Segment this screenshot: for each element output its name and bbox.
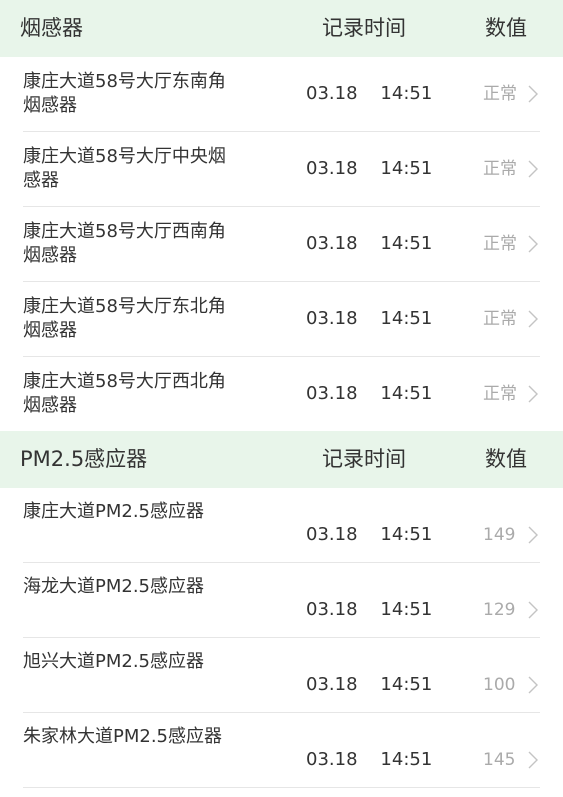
record-time: 03.18 14:51 bbox=[306, 83, 433, 104]
sensor-value: 100 bbox=[483, 675, 516, 695]
sensor-name: 康庄大道PM2.5感应器 bbox=[23, 501, 205, 522]
sensor-name: 海龙大道PM2.5感应器 bbox=[23, 576, 205, 597]
record-time: 03.18 14:51 bbox=[306, 383, 433, 404]
smoke-header-name: 烟感器 bbox=[20, 16, 83, 40]
chevron-right-icon[interactable] bbox=[526, 132, 542, 206]
pm25-header-time: 记录时间 bbox=[322, 447, 406, 471]
sensor-value: 145 bbox=[483, 750, 516, 770]
chevron-right-icon[interactable] bbox=[526, 207, 542, 281]
smoke-header-time: 记录时间 bbox=[322, 16, 406, 40]
pm25-row[interactable]: 朱家林大道PM2.5感应器 03.18 14:51 145 bbox=[23, 713, 540, 788]
pm25-section-header: PM2.5感应器 记录时间 数值 bbox=[0, 431, 563, 488]
record-time: 03.18 14:51 bbox=[306, 158, 433, 179]
pm25-header-name: PM2.5感应器 bbox=[20, 447, 148, 471]
sensor-name: 旭兴大道PM2.5感应器 bbox=[23, 651, 205, 672]
pm25-row[interactable]: 康庄大道PM2.5感应器 03.18 14:51 149 bbox=[23, 488, 540, 563]
sensor-value: 149 bbox=[483, 525, 516, 545]
record-time: 03.18 14:51 bbox=[306, 308, 433, 329]
smoke-header-value: 数值 bbox=[485, 16, 527, 40]
sensor-value: 正常 bbox=[483, 159, 517, 179]
chevron-right-icon[interactable] bbox=[526, 648, 542, 722]
smoke-row[interactable]: 康庄大道58号大厅西北角烟感器 03.18 14:51 正常 bbox=[23, 357, 540, 431]
sensor-value: 正常 bbox=[483, 309, 517, 329]
smoke-section-header: 烟感器 记录时间 数值 bbox=[0, 0, 563, 57]
pm25-row[interactable]: 旭兴大道PM2.5感应器 03.18 14:51 100 bbox=[23, 638, 540, 713]
sensor-value: 正常 bbox=[483, 84, 517, 104]
smoke-row[interactable]: 康庄大道58号大厅东北角烟感器 03.18 14:51 正常 bbox=[23, 282, 540, 357]
smoke-row[interactable]: 康庄大道58号大厅西南角烟感器 03.18 14:51 正常 bbox=[23, 207, 540, 282]
record-time: 03.18 14:51 bbox=[306, 599, 433, 620]
sensor-value: 正常 bbox=[483, 234, 517, 254]
sensor-name: 康庄大道58号大厅中央烟感器 bbox=[23, 146, 226, 191]
record-time: 03.18 14:51 bbox=[306, 524, 433, 545]
record-time: 03.18 14:51 bbox=[306, 749, 433, 770]
record-time: 03.18 14:51 bbox=[306, 233, 433, 254]
pm25-header-value: 数值 bbox=[485, 447, 527, 471]
chevron-right-icon[interactable] bbox=[526, 357, 542, 431]
smoke-row[interactable]: 康庄大道58号大厅东南角烟感器 03.18 14:51 正常 bbox=[23, 57, 540, 132]
sensor-name: 康庄大道58号大厅东北角烟感器 bbox=[23, 296, 226, 341]
chevron-right-icon[interactable] bbox=[526, 498, 542, 572]
sensor-name: 康庄大道58号大厅西南角烟感器 bbox=[23, 221, 226, 266]
sensor-value: 正常 bbox=[483, 384, 517, 404]
sensor-name: 康庄大道58号大厅西北角烟感器 bbox=[23, 371, 226, 416]
chevron-right-icon[interactable] bbox=[526, 723, 542, 797]
sensor-name: 康庄大道58号大厅东南角烟感器 bbox=[23, 71, 226, 116]
chevron-right-icon[interactable] bbox=[526, 282, 542, 356]
chevron-right-icon[interactable] bbox=[526, 573, 542, 647]
smoke-row[interactable]: 康庄大道58号大厅中央烟感器 03.18 14:51 正常 bbox=[23, 132, 540, 207]
sensor-name: 朱家林大道PM2.5感应器 bbox=[23, 726, 223, 747]
chevron-right-icon[interactable] bbox=[526, 57, 542, 131]
pm25-row[interactable]: 海龙大道PM2.5感应器 03.18 14:51 129 bbox=[23, 563, 540, 638]
record-time: 03.18 14:51 bbox=[306, 674, 433, 695]
sensor-value: 129 bbox=[483, 600, 516, 620]
